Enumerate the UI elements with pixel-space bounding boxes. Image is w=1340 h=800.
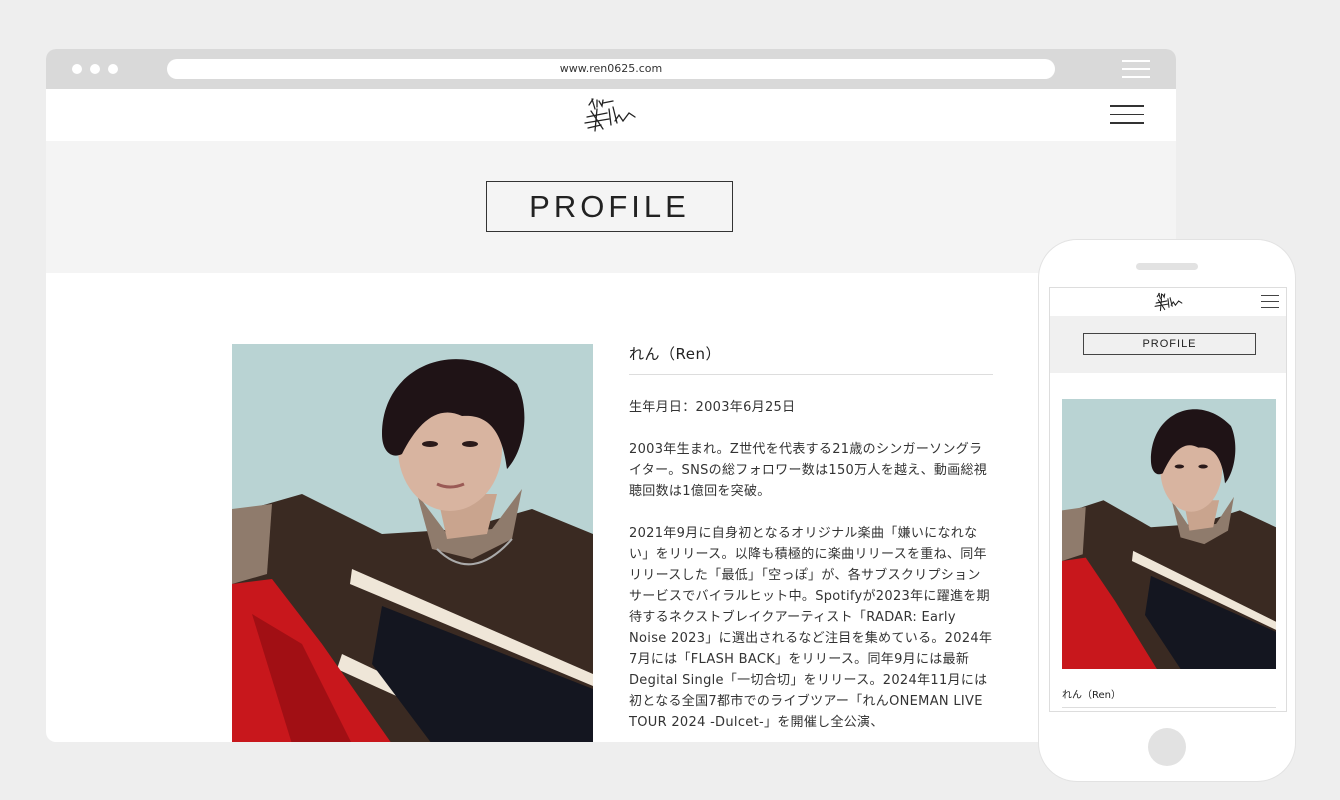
mobile-artist-name: れん（Ren） [1062,686,1276,708]
window-controls [72,64,118,74]
phone-home-button[interactable] [1148,728,1186,766]
artist-photo [232,344,593,742]
browser-menu-icon[interactable] [1122,60,1150,84]
profile-section: れん（Ren） 生年月日：2003年6月25日 2003年生まれ。Z世代を代表す… [46,273,1176,742]
window-dot[interactable] [90,64,100,74]
mobile-page-title: PROFILE [1083,333,1256,355]
artist-name: れん（Ren） [629,343,993,375]
hamburger-menu-icon[interactable] [1110,105,1144,131]
mobile-phone-mockup: PROFILE れん（Ren） [1039,240,1295,781]
page-title: PROFILE [486,181,733,232]
ren-logo[interactable] [1154,291,1184,313]
phone-speaker [1136,263,1198,270]
bio-paragraph-1: 2003年生まれ。Z世代を代表する21歳のシンガーソングライター。SNSの総フォ… [629,442,988,499]
mobile-screen: PROFILE れん（Ren） [1049,287,1287,712]
mobile-header [1050,288,1286,316]
desktop-browser-mockup: www.ren0625.com PROFILE れん（Ren） 生年月日：200… [46,49,1176,742]
ren-logo[interactable] [583,95,639,135]
browser-chrome: www.ren0625.com [46,49,1176,89]
mobile-artist-photo [1062,399,1276,669]
address-bar[interactable]: www.ren0625.com [167,59,1055,79]
window-dot[interactable] [72,64,82,74]
birthdate-text: 生年月日：2003年6月25日 [629,400,796,415]
mobile-hamburger-icon[interactable] [1261,295,1279,313]
page-hero: PROFILE [46,141,1176,273]
bio-paragraph-2: 2021年9月に自身初となるオリジナル楽曲「嫌いになれない」をリリース。以降も積… [629,526,993,730]
window-dot[interactable] [108,64,118,74]
profile-bio: れん（Ren） 生年月日：2003年6月25日 2003年生まれ。Z世代を代表す… [629,343,993,733]
site-header [46,89,1176,141]
mobile-hero: PROFILE [1050,316,1286,373]
